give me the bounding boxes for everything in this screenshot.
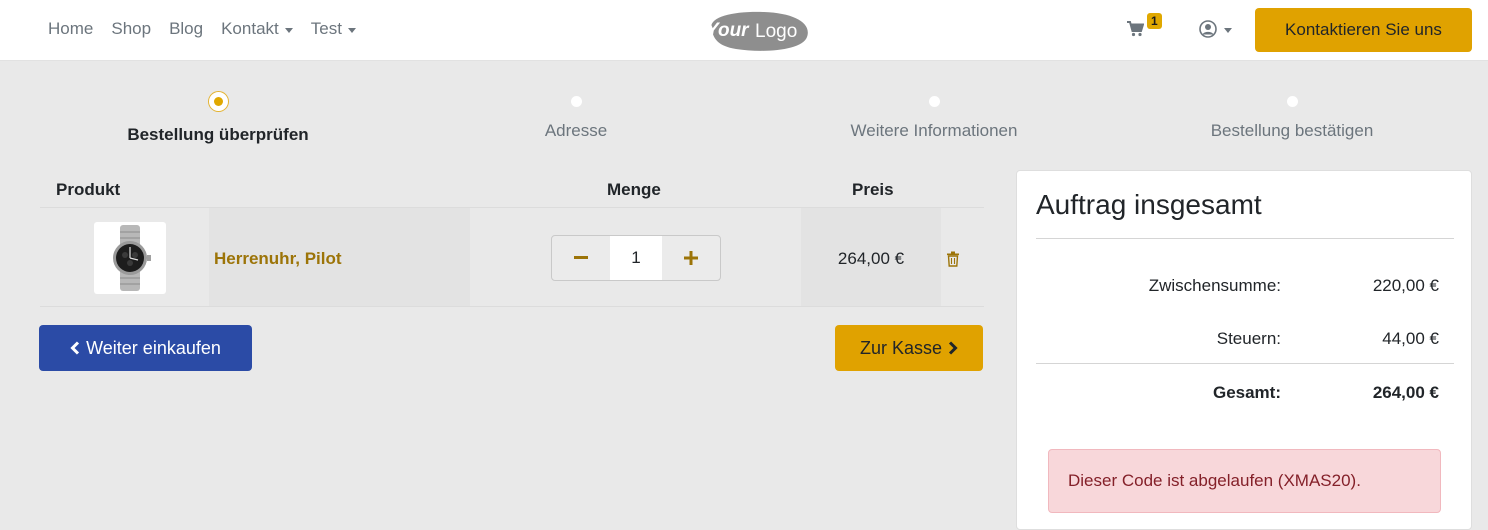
column-header-quantity: Menge: [607, 180, 661, 199]
minus-icon: [574, 256, 588, 259]
order-summary-card: Auftrag insgesamt Zwischensumme: 220,00 …: [1016, 170, 1472, 530]
column-header-price: Preis: [852, 180, 894, 199]
user-menu[interactable]: [1199, 18, 1241, 40]
divider: [1036, 238, 1454, 239]
nav-link-label: Kontakt: [221, 19, 279, 38]
step-indicator: [570, 96, 582, 107]
product-image[interactable]: [94, 222, 166, 294]
navbar: Home Shop Blog Kontakt Test Your Logo 1 …: [0, 0, 1488, 61]
step-indicator-active: [208, 92, 228, 111]
product-name-link[interactable]: Herrenuhr, Pilot: [214, 249, 342, 269]
chevron-left-icon: [70, 341, 80, 355]
nav-link-home[interactable]: Home: [48, 19, 93, 39]
step-address: Adresse: [426, 92, 726, 141]
step-indicator: [1286, 96, 1298, 107]
total-label: Gesamt:: [1212, 383, 1281, 402]
quantity-input[interactable]: [610, 236, 662, 280]
logo-text-logo: Logo: [755, 21, 797, 42]
cart-icon: [1127, 21, 1144, 37]
step-label: Bestellung überprüfen: [127, 125, 309, 144]
checkout-button[interactable]: Zur Kasse: [835, 325, 983, 371]
nav-link-label: Blog: [169, 19, 204, 38]
nav-link-shop[interactable]: Shop: [111, 19, 151, 39]
decrease-quantity-button[interactable]: [552, 236, 610, 280]
step-indicator: [928, 96, 940, 107]
contact-us-button[interactable]: Kontaktieren Sie uns: [1255, 8, 1472, 52]
logo[interactable]: Your Logo: [702, 9, 810, 52]
cart-button[interactable]: 1: [1127, 13, 1167, 40]
increase-quantity-button[interactable]: [662, 236, 720, 280]
button-label: Weiter einkaufen: [86, 337, 221, 358]
coupon-expired-alert: Dieser Code ist abgelaufen (XMAS20).: [1048, 449, 1441, 513]
nav-dropdown-test[interactable]: Test: [311, 19, 356, 39]
product-price: 264,00 €: [837, 249, 905, 268]
subtotal-label: Zwischensumme:: [1148, 276, 1281, 295]
quantity-stepper: [551, 235, 721, 281]
main-nav: Home Shop Blog Kontakt Test: [48, 0, 356, 58]
tax-value: 44,00 €: [1382, 329, 1439, 348]
continue-shopping-button[interactable]: Weiter einkaufen: [39, 325, 252, 371]
nav-link-label: Test: [310, 19, 342, 38]
nav-link-label: Home: [48, 19, 94, 38]
nav-link-label: Shop: [111, 19, 152, 38]
button-label: Zur Kasse: [859, 337, 943, 358]
caret-down-icon: [1224, 27, 1232, 33]
nav-dropdown-kontakt[interactable]: Kontakt: [221, 19, 293, 39]
table-row-divider: [40, 306, 984, 307]
order-summary-title: Auftrag insgesamt: [1036, 189, 1262, 220]
plus-icon: [684, 251, 698, 265]
step-label: Weitere Informationen: [850, 121, 1018, 140]
cart-count-badge: 1: [1147, 13, 1162, 29]
total-value: 264,00 €: [1372, 383, 1439, 402]
watch-image: [113, 225, 151, 291]
column-header-product: Produkt: [56, 180, 121, 199]
step-confirm-order: Bestellung bestätigen: [1142, 92, 1442, 141]
caret-down-icon: [284, 27, 293, 33]
caret-down-icon: [347, 27, 356, 33]
step-further-info: Weitere Informationen: [784, 92, 1084, 141]
subtotal-value: 220,00 €: [1372, 276, 1439, 295]
nav-link-blog[interactable]: Blog: [169, 19, 203, 39]
step-label: Bestellung bestätigen: [1210, 121, 1374, 140]
divider: [1036, 363, 1454, 364]
user-circle-icon: [1199, 20, 1217, 38]
chevron-right-icon: [948, 341, 958, 355]
tax-label: Steuern:: [1216, 329, 1281, 348]
logo-text-your: Your: [706, 20, 750, 41]
step-label: Adresse: [544, 121, 608, 140]
step-review-order: Bestellung überprüfen: [68, 92, 368, 145]
trash-icon[interactable]: [946, 251, 960, 267]
